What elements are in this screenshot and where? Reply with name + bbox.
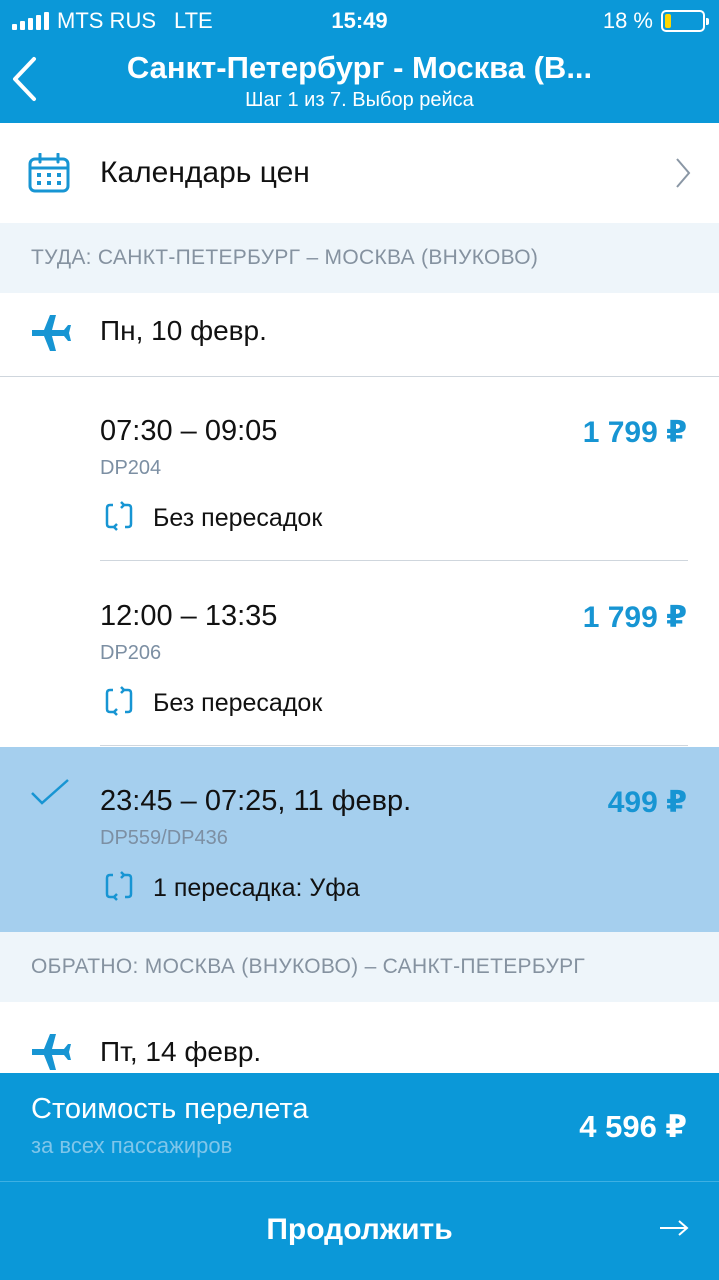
status-right: 18 % <box>602 8 709 34</box>
continue-button[interactable]: Продолжить <box>0 1181 719 1280</box>
checkmark-icon <box>31 779 69 805</box>
outbound-date: Пн, 10 февр. <box>100 315 267 346</box>
chevron-right-icon <box>676 158 691 188</box>
flight-option[interactable]: 07:30 – 09:05 DP204 1 799 ₽ Без пересадо… <box>0 377 719 562</box>
price-calendar-row[interactable]: Календарь цен <box>0 123 719 223</box>
page-title: Санкт-Петербург - Москва (В... <box>126 50 593 85</box>
transfer-info: Без пересадок <box>153 689 323 717</box>
summary-subtitle: за всех пассажиров <box>31 1133 233 1158</box>
plane-icon <box>32 1034 71 1070</box>
arrow-right-icon <box>660 1220 689 1236</box>
transfer-icon <box>105 871 133 901</box>
transfer-icon <box>105 501 133 531</box>
transfer-info: 1 пересадка: Уфа <box>153 874 360 902</box>
flight-number: DP204 <box>100 457 162 479</box>
transfer-icon <box>105 686 133 716</box>
calendar-icon <box>28 153 70 193</box>
battery-percent: 18 % <box>602 8 653 33</box>
divider <box>100 560 688 561</box>
flight-option-selected[interactable]: 23:45 – 07:25, 11 февр. DP559/DP436 499 … <box>0 747 719 932</box>
summary-total: 4 596 ₽ <box>579 1109 687 1144</box>
status-bar: MTS RUS LTE 15:49 18 % <box>0 0 719 40</box>
battery-icon <box>661 10 709 32</box>
return-section-header: ОБРАТНО: МОСКВА (ВНУКОВО) – САНКТ-ПЕТЕРБ… <box>0 932 719 1002</box>
step-indicator: Шаг 1 из 7. Выбор рейса <box>245 89 474 111</box>
price-calendar-label: Календарь цен <box>100 156 310 189</box>
flight-time: 23:45 – 07:25, 11 февр. <box>100 785 412 817</box>
summary-title: Стоимость перелета <box>31 1093 309 1125</box>
flight-time: 07:30 – 09:05 <box>100 415 278 447</box>
continue-label: Продолжить <box>266 1213 453 1246</box>
flight-price: 499 ₽ <box>607 786 687 819</box>
flight-price: 1 799 ₽ <box>582 601 687 634</box>
flight-price: 1 799 ₽ <box>582 416 687 449</box>
flight-number: DP559/DP436 <box>100 827 228 849</box>
plane-icon <box>32 315 71 351</box>
flight-number: DP206 <box>100 642 162 664</box>
battery-level <box>665 14 672 28</box>
divider <box>100 745 688 746</box>
flight-time: 12:00 – 13:35 <box>100 600 278 632</box>
app-header: MTS RUS LTE 15:49 18 % Санкт-Петербург -… <box>0 0 719 123</box>
return-date: Пт, 14 февр. <box>100 1036 262 1067</box>
outbound-section-header: ТУДА: САНКТ-ПЕТЕРБУРГ – МОСКВА (ВНУКОВО) <box>0 223 719 293</box>
price-summary: Стоимость перелета за всех пассажиров 4 … <box>0 1073 719 1181</box>
transfer-info: Без пересадок <box>153 504 323 532</box>
outbound-date-row: Пн, 10 февр. <box>0 293 719 377</box>
flight-option[interactable]: 12:00 – 13:35 DP206 1 799 ₽ Без пересадо… <box>0 562 719 747</box>
